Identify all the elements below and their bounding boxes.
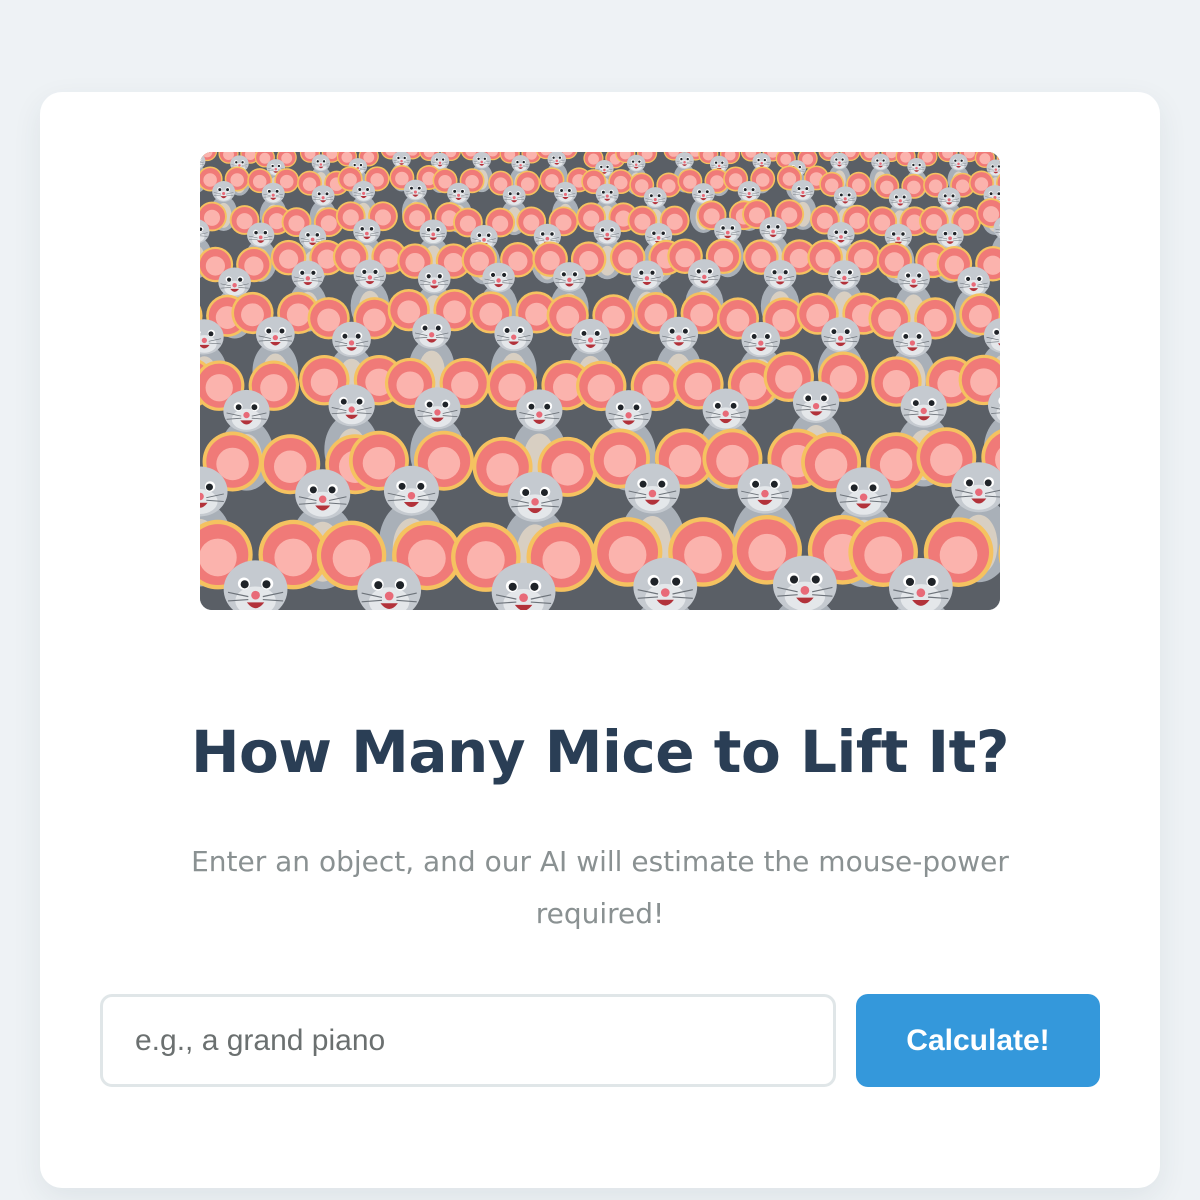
mice-crowd-illustration bbox=[200, 152, 1000, 610]
page-title: How Many Mice to Lift It? bbox=[190, 718, 1010, 786]
hero-image bbox=[200, 152, 1000, 610]
object-input[interactable] bbox=[100, 994, 836, 1087]
main-card: How Many Mice to Lift It? Enter an objec… bbox=[40, 92, 1160, 1188]
page-subtitle: Enter an object, and our AI will estimat… bbox=[191, 845, 1009, 930]
calculate-button[interactable]: Calculate! bbox=[856, 994, 1100, 1087]
